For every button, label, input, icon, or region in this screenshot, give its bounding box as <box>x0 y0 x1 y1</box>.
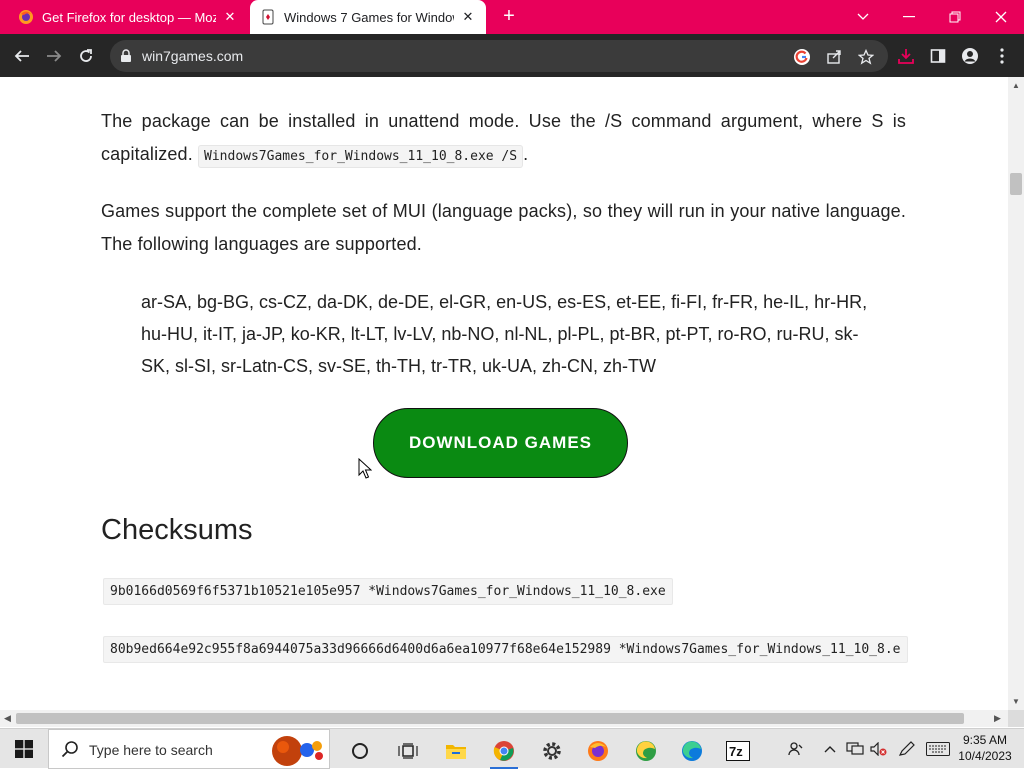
browser-toolbar: win7games.com <box>0 34 1024 77</box>
scroll-down-icon[interactable]: ▼ <box>1012 697 1020 706</box>
tab-search-chevron-icon[interactable] <box>840 0 886 34</box>
settings-gear-icon[interactable] <box>532 733 572 769</box>
download-icon[interactable] <box>894 44 918 68</box>
scroll-right-icon[interactable]: ▶ <box>994 713 1001 724</box>
edge-icon[interactable] <box>672 733 712 769</box>
unattend-paragraph: The package can be installed in unattend… <box>101 105 906 173</box>
windows-taskbar: Type here to search 7z 9:35 AM 10/4/2023 <box>0 728 1024 769</box>
profile-icon[interactable] <box>958 44 982 68</box>
vertical-scrollbar[interactable]: ▲ ▼ <box>1008 77 1024 710</box>
install-command-code: Windows7Games_for_Windows_11_10_8.exe /S <box>198 145 524 168</box>
scroll-up-icon[interactable]: ▲ <box>1012 81 1020 90</box>
edge-dev-icon[interactable] <box>626 733 666 769</box>
taskbar-search-box[interactable]: Type here to search <box>48 729 330 769</box>
7zip-icon[interactable]: 7z <box>718 733 758 769</box>
pen-workspace-icon[interactable] <box>896 739 918 759</box>
tab-title: Get Firefox for desktop — Mozill <box>42 9 216 25</box>
forward-arrow-icon[interactable] <box>42 44 66 68</box>
reload-icon[interactable] <box>74 44 98 68</box>
back-arrow-icon[interactable] <box>10 44 34 68</box>
menu-kebab-icon[interactable] <box>990 44 1014 68</box>
checksum-md5: 9b0166d0569f6f5371b10521e105e957 *Window… <box>103 578 673 605</box>
tab-windows7-games[interactable]: Windows 7 Games for Windows ✕ <box>250 0 486 34</box>
firefox-taskbar-icon[interactable] <box>578 733 618 769</box>
page-content: The package can be installed in unattend… <box>0 77 1008 697</box>
share-icon[interactable] <box>824 47 844 67</box>
cortana-icon[interactable] <box>340 733 380 769</box>
tab-close-icon[interactable]: ✕ <box>460 9 476 25</box>
horizontal-scroll-thumb[interactable] <box>16 713 964 724</box>
language-list: ar-SA, bg-BG, cs-CZ, da-DK, de-DE, el-GR… <box>141 292 868 376</box>
firefox-icon <box>18 9 34 25</box>
search-icon <box>61 740 79 763</box>
tab-title: Windows 7 Games for Windows <box>284 9 454 25</box>
restore-button[interactable] <box>932 0 978 34</box>
side-panel-icon[interactable] <box>926 44 950 68</box>
show-hidden-icons-chevron-icon[interactable] <box>822 739 838 759</box>
chrome-icon[interactable] <box>484 733 524 769</box>
scroll-left-icon[interactable]: ◀ <box>4 713 11 724</box>
checksum-sha256: 80b9ed664e92c955f8a6944075a33d96666d6400… <box>103 636 908 663</box>
search-highlight-art-icon[interactable] <box>267 734 329 773</box>
checksums-heading: Checksums <box>101 514 253 546</box>
task-view-icon[interactable] <box>388 733 428 769</box>
google-icon[interactable] <box>792 47 812 67</box>
clock-time: 9:35 AM <box>962 733 1008 747</box>
touch-keyboard-icon[interactable] <box>925 739 951 759</box>
file-explorer-icon[interactable] <box>436 733 476 769</box>
tab-get-firefox[interactable]: Get Firefox for desktop — Mozill ✕ <box>8 0 248 34</box>
clock-date: 10/4/2023 <box>958 749 1012 763</box>
windows-start-icon[interactable] <box>0 729 48 769</box>
close-window-button[interactable] <box>978 0 1024 34</box>
unattend-end: . <box>523 144 529 164</box>
download-games-button[interactable]: DOWNLOAD GAMES <box>373 408 628 478</box>
new-tab-button[interactable]: + <box>498 6 520 28</box>
vertical-scroll-thumb[interactable] <box>1010 173 1022 195</box>
taskbar-clock[interactable]: 9:35 AM 10/4/2023 <box>955 732 1015 764</box>
search-placeholder: Type here to search <box>89 742 213 758</box>
tab-close-icon[interactable]: ✕ <box>222 9 238 25</box>
volume-muted-icon[interactable] <box>869 739 889 759</box>
people-icon[interactable] <box>786 739 806 759</box>
cards-icon <box>260 9 276 25</box>
mui-paragraph: Games support the complete set of MUI (l… <box>101 201 906 254</box>
lock-icon[interactable] <box>120 49 132 68</box>
tab-strip: Get Firefox for desktop — Mozill ✕ Windo… <box>0 0 1024 34</box>
network-icon[interactable] <box>845 739 865 759</box>
scroll-corner <box>1008 710 1024 727</box>
svg-text:7z: 7z <box>729 744 743 759</box>
url-text[interactable]: win7games.com <box>142 48 243 64</box>
minimize-button[interactable] <box>886 0 932 34</box>
horizontal-scrollbar[interactable]: ◀ ▶ <box>0 710 1008 727</box>
bookmark-star-icon[interactable] <box>856 47 876 67</box>
mouse-cursor-icon <box>358 457 373 485</box>
address-bar[interactable]: win7games.com <box>110 40 888 72</box>
